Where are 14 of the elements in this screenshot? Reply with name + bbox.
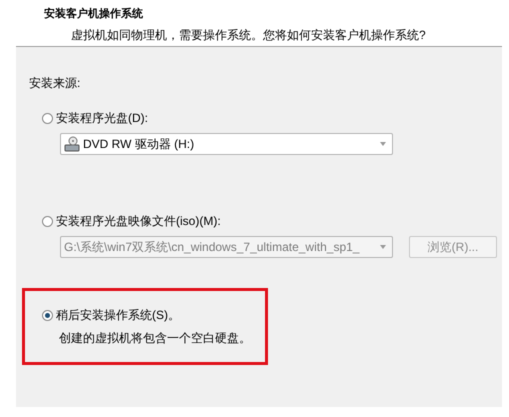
- page-title: 安装客户机操作系统: [44, 9, 143, 20]
- radio-option[interactable]: 安装程序光盘(D):: [42, 112, 499, 124]
- radio-option[interactable]: 稍后安装操作系统(S)。: [42, 309, 265, 321]
- drive-icon: [64, 136, 80, 152]
- radio-button[interactable]: [42, 216, 53, 226]
- dropdown-arrow-icon: [380, 142, 386, 146]
- radio-button[interactable]: [42, 310, 53, 320]
- radio-button[interactable]: [42, 112, 53, 124]
- dropdown-field[interactable]: DVD RW 驱动器 (H:): [60, 133, 393, 155]
- section-label: 安装来源:: [29, 77, 82, 89]
- dropdown-arrow-icon: [380, 245, 386, 249]
- page-subtitle: 虚拟机如同物理机，需要操作系统。您将如何安装客户机操作系统?: [71, 29, 426, 41]
- option-description: 创建的虚拟机将包含一个空白硬盘。: [59, 332, 252, 344]
- radio-option[interactable]: 安装程序光盘映像文件(iso)(M):: [42, 215, 499, 227]
